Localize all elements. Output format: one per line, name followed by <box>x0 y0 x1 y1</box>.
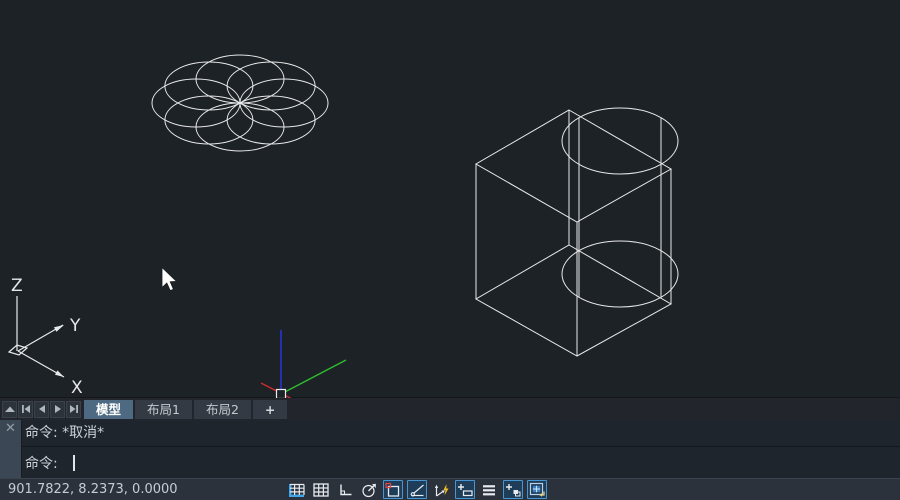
next-icon <box>53 404 63 414</box>
ortho-icon[interactable] <box>335 480 355 499</box>
lineweight-icon[interactable] <box>479 480 499 499</box>
ucs-icon: Z Y X <box>9 276 83 398</box>
prev-tab-button[interactable] <box>34 401 49 418</box>
mouse-cursor <box>162 268 177 291</box>
object-snap-icon[interactable] <box>383 480 403 499</box>
up-triangle-icon <box>5 405 15 414</box>
last-icon <box>69 404 79 414</box>
ucs-y-label: Y <box>69 316 81 336</box>
ucs-z-label: Z <box>11 276 23 296</box>
circle-rosette-pattern[interactable] <box>152 55 328 151</box>
tab-layout2[interactable]: 布局2 <box>194 400 251 419</box>
coordinate-readout: 901.7822, 8.2373, 0.0000 <box>8 479 178 500</box>
crosshair <box>261 330 346 398</box>
command-prompt-label: 命令: <box>25 453 58 473</box>
command-history-line: 命令: *取消* <box>22 420 900 447</box>
object-snap-tracking-icon[interactable] <box>407 480 427 499</box>
last-tab-button[interactable] <box>66 401 81 418</box>
grid-icon[interactable] <box>311 480 331 499</box>
status-bar: 901.7822, 8.2373, 0.0000 <box>0 478 900 500</box>
tab-layout1[interactable]: 布局1 <box>135 400 192 419</box>
layout-tab-bar: 模型 布局1 布局2 + <box>0 398 900 420</box>
add-layout-tab-button[interactable]: + <box>253 400 287 419</box>
wireframe-box-with-cylinder[interactable] <box>476 108 678 356</box>
ucs-x-label: X <box>71 378 83 398</box>
prev-icon <box>37 404 47 414</box>
snap-grid-icon[interactable] <box>287 480 307 499</box>
polar-tracking-icon[interactable] <box>359 480 379 499</box>
command-input[interactable]: 命令: <box>22 447 900 478</box>
dynamic-input-icon[interactable] <box>431 480 451 499</box>
next-tab-button[interactable] <box>50 401 65 418</box>
command-panel[interactable]: ✕ 命令: *取消* 命令: <box>0 420 900 478</box>
text-cursor <box>73 455 75 471</box>
command-panel-strip: ✕ <box>0 420 22 478</box>
first-icon <box>21 404 31 414</box>
pickbox <box>277 390 286 399</box>
selection-cycling-icon[interactable] <box>503 480 523 499</box>
tab-model[interactable]: 模型 <box>84 400 133 419</box>
close-icon[interactable]: ✕ <box>5 420 16 478</box>
quick-properties-icon[interactable] <box>455 480 475 499</box>
first-tab-button[interactable] <box>18 401 33 418</box>
annotation-monitor-icon[interactable] <box>527 480 547 499</box>
layout-menu-button[interactable] <box>2 401 17 418</box>
drawing-viewport[interactable]: Z Y X <box>0 0 900 398</box>
